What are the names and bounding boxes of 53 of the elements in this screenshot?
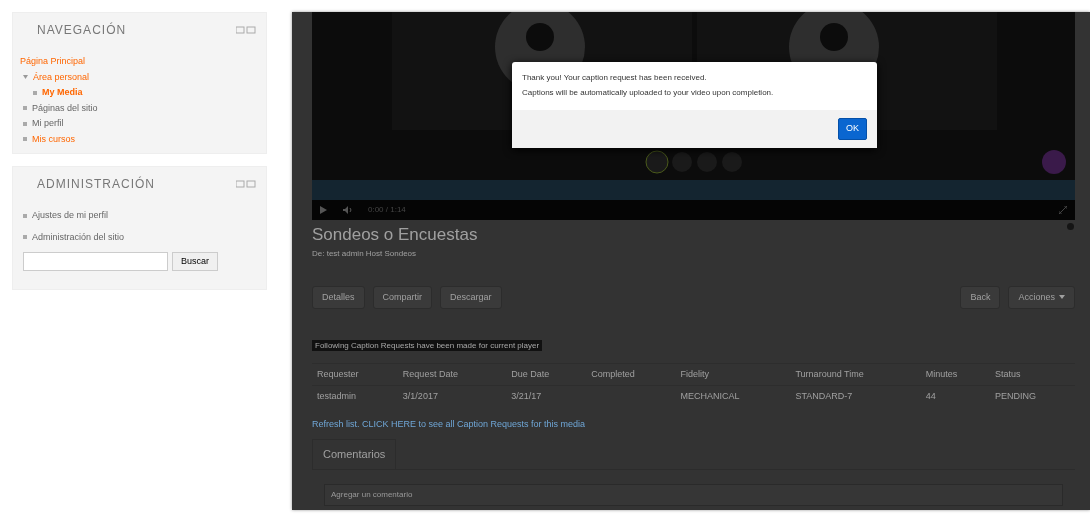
- expanded-arrow-icon[interactable]: [23, 75, 28, 80]
- caret-icon: [1059, 295, 1065, 300]
- dropdown-button[interactable]: Acciones: [1008, 285, 1075, 309]
- toolbar-button[interactable]: Detalles: [312, 285, 365, 309]
- nav-item[interactable]: Páginas del sitio: [32, 101, 98, 115]
- bullet-icon[interactable]: [23, 121, 27, 126]
- nav-link[interactable]: Mis cursos: [32, 132, 75, 146]
- column-header: Due Date: [506, 363, 587, 386]
- comment-field[interactable]: Agregar un comentario: [324, 483, 1063, 506]
- column-header: Turnaround Time: [790, 363, 921, 386]
- dialog-message: Thank you! Your caption request has been received.: [522, 72, 708, 84]
- column-header: Request Date: [397, 363, 507, 386]
- block-title: NAVEGACIÓN: [36, 21, 127, 39]
- table-cell: 3/1/2017: [397, 385, 507, 408]
- media-owner: De: test admin Host Sondeos: [312, 247, 418, 260]
- dock-icon[interactable]: [236, 26, 256, 34]
- table-cell: 44: [920, 385, 990, 408]
- admin-link[interactable]: Administración del sitio: [32, 230, 125, 244]
- back-button[interactable]: Back: [960, 285, 1001, 309]
- search-field[interactable]: [23, 252, 168, 271]
- nav-link[interactable]: Página Principal: [20, 55, 86, 69]
- nav-item[interactable]: Mi perfil: [32, 117, 64, 131]
- column-header: Requester: [312, 363, 398, 386]
- refresh-link[interactable]: Refresh list. CLICK HERE to see all Caption Requests for this media: [312, 417, 586, 431]
- admin-link[interactable]: Ajustes de mi perfil: [32, 209, 109, 223]
- bullet-icon: [23, 213, 27, 218]
- dialog-message: Captions will be automatically uploaded to your video upon completion.: [522, 87, 775, 99]
- bullet-icon[interactable]: [23, 106, 27, 111]
- toolbar-button[interactable]: Compartir: [372, 285, 433, 309]
- table-cell: 3/21/17: [506, 385, 587, 408]
- ok-button[interactable]: OK: [838, 118, 867, 140]
- table-cell: testadmin: [312, 385, 398, 408]
- block-title: ADMINISTRACIÓN: [36, 175, 155, 193]
- nav-link[interactable]: Área personal: [33, 70, 90, 84]
- play-icon[interactable]: [320, 203, 327, 217]
- notice-label: Following Caption Requests have been made for current player: [312, 340, 543, 351]
- bullet-icon: [23, 235, 27, 240]
- dock-icon[interactable]: [236, 180, 256, 188]
- fullscreen-icon[interactable]: [1059, 203, 1067, 217]
- table-cell: PENDING: [989, 385, 1075, 408]
- table-cell: MECHANICAL: [675, 385, 791, 408]
- media-title: Sondeos o Encuestas: [312, 224, 478, 246]
- column-header: Minutes: [920, 363, 990, 386]
- comments-tab[interactable]: Comentarios: [312, 439, 397, 469]
- bullet-icon[interactable]: [23, 137, 27, 142]
- table-cell: STANDARD-7: [790, 385, 921, 408]
- nav-link[interactable]: My Media: [42, 86, 83, 100]
- column-header: Completed: [586, 363, 676, 386]
- bullet-icon[interactable]: [33, 90, 37, 95]
- column-header: Fidelity: [675, 363, 791, 386]
- toolbar-button[interactable]: Descargar: [440, 285, 502, 309]
- search-button[interactable]: Buscar: [172, 252, 218, 271]
- column-header: Status: [989, 363, 1075, 386]
